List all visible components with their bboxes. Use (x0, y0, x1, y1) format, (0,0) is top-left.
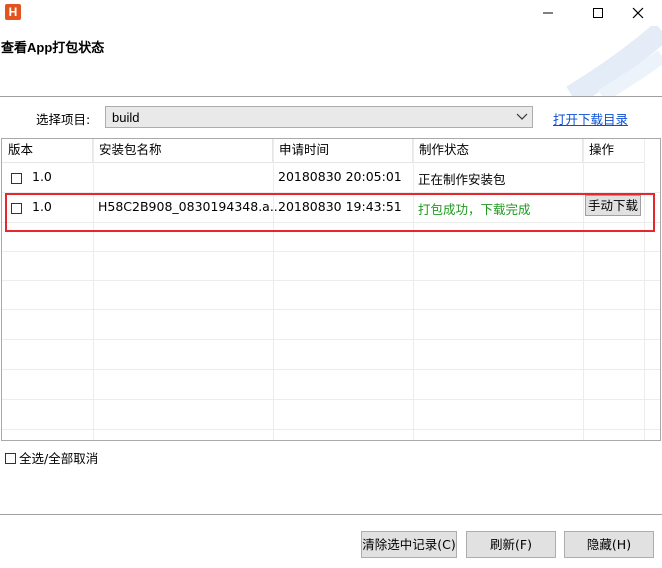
grid-line (2, 309, 660, 310)
grid-line (2, 399, 660, 400)
minimize-icon (543, 12, 553, 14)
grid-line (2, 369, 660, 370)
package-table: 版本 安装包名称 申请时间 制作状态 操作 1.0 20180830 20:05… (1, 138, 661, 441)
cell-version: 1.0 (32, 199, 52, 214)
cell-version: 1.0 (32, 169, 52, 184)
grid-line (2, 222, 660, 223)
project-select[interactable]: build (105, 106, 533, 128)
dialog-title: 查看App打包状态 (1, 40, 105, 55)
refresh-button[interactable]: 刷新(F) (466, 531, 556, 558)
column-header-package[interactable]: 安装包名称 (93, 139, 273, 163)
footer-divider-highlight (0, 515, 662, 516)
row-checkbox[interactable] (11, 173, 22, 184)
maximize-icon (593, 8, 603, 18)
manual-download-button[interactable]: 手动下载 (585, 195, 641, 216)
grid-line (2, 280, 660, 281)
cell-status: 正在制作安装包 (418, 172, 506, 187)
close-icon (632, 7, 644, 19)
column-header-version[interactable]: 版本 (2, 139, 93, 163)
close-button[interactable] (618, 0, 658, 26)
chevron-down-icon (516, 113, 528, 120)
grid-line (2, 251, 660, 252)
header-divider-highlight (0, 97, 662, 98)
grid-line (644, 139, 645, 440)
clear-selected-button[interactable]: 清除选中记录(C) (361, 531, 457, 558)
project-select-value: build (112, 110, 140, 125)
grid-line (2, 192, 660, 193)
cell-time: 20180830 20:05:01 (278, 169, 402, 184)
grid-line (2, 339, 660, 340)
grid-line (413, 139, 414, 440)
cell-time: 20180830 19:43:51 (278, 199, 402, 214)
cell-status: 打包成功，下载完成 (418, 202, 531, 217)
select-all-checkbox[interactable] (5, 453, 16, 464)
select-all-label: 全选/全部取消 (19, 451, 99, 466)
open-download-dir-link[interactable]: 打开下载目录 (553, 109, 628, 128)
column-header-time[interactable]: 申请时间 (273, 139, 413, 163)
minimize-button[interactable] (528, 0, 568, 26)
column-header-action[interactable]: 操作 (583, 139, 645, 163)
grid-line (273, 139, 274, 440)
project-label: 选择项目: (36, 112, 91, 127)
app-icon: H (5, 4, 21, 20)
select-all-control[interactable]: 全选/全部取消 (5, 448, 98, 467)
grid-line (583, 139, 584, 440)
column-header-status[interactable]: 制作状态 (413, 139, 583, 163)
row-checkbox[interactable] (11, 203, 22, 214)
dialog-header: 查看App打包状态 (0, 26, 662, 96)
maximize-button[interactable] (578, 0, 618, 26)
hide-button[interactable]: 隐藏(H) (564, 531, 654, 558)
header-decoration (566, 26, 662, 96)
cell-package: H58C2B908_0830194348.a... (98, 199, 282, 214)
grid-line (2, 429, 660, 430)
grid-line (93, 139, 94, 440)
